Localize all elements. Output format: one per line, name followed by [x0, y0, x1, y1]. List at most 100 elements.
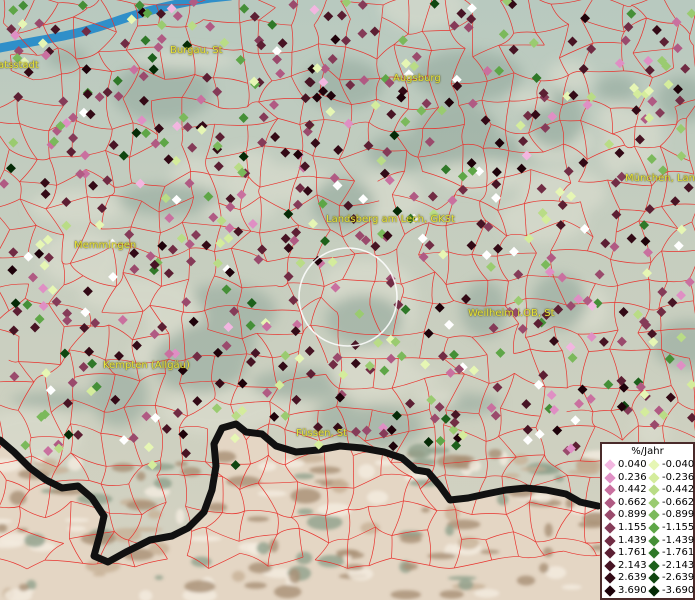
place-label-weilheim: Weilheim i.OB, St	[468, 308, 555, 319]
alps-ridge	[257, 490, 287, 497]
legend-value-positive: 2.639	[618, 572, 647, 584]
alps-ridge	[427, 447, 450, 454]
alps-ridge	[520, 467, 547, 472]
alps-ridge	[544, 523, 553, 538]
relief-shade	[46, 46, 88, 69]
legend-row: 1.155 -1.155	[604, 522, 695, 534]
legend-swatch-negative	[648, 522, 660, 534]
relief-shade	[366, 133, 436, 171]
legend-swatch-negative	[648, 484, 660, 496]
legend-value-positive: 1.439	[618, 534, 647, 546]
legend-value-negative: -1.439	[662, 534, 695, 546]
legend-value-negative: -2.143	[662, 559, 695, 571]
alps-ridge	[244, 582, 267, 589]
alps-ridge	[439, 590, 464, 599]
alps-ridge	[24, 533, 46, 548]
place-label-burgau: Burgau, St	[170, 45, 223, 56]
legend-swatch-negative	[648, 560, 660, 572]
legend-value-negative: -0.899	[662, 509, 695, 521]
legend-value-negative: -0.040	[662, 459, 695, 470]
place-label-fuessen: Füssen, St	[296, 428, 348, 439]
place-label-kempten: Kempten (Allgäu)	[103, 360, 190, 371]
legend-value-positive: 1.761	[618, 547, 647, 559]
alps-ridge	[412, 458, 436, 466]
legend-swatch-positive	[604, 459, 616, 471]
alps-ridge	[539, 563, 549, 573]
legend-swatch-positive	[604, 509, 616, 522]
place-label-memmingen: Memmingen	[74, 240, 137, 251]
relief-shade	[547, 60, 592, 92]
legend-row: 2.143 -2.143	[604, 559, 695, 572]
alps-ridge	[458, 579, 474, 591]
alps-ridge	[92, 572, 106, 577]
alps-ridge	[306, 514, 343, 530]
legend-value-negative: -3.690	[662, 585, 695, 596]
legend-row: 0.040 -0.040	[604, 459, 695, 471]
map-view[interactable]: atsstadt Burgau, St Augsburg München, La…	[0, 0, 695, 600]
relief-shade	[331, 405, 424, 448]
legend-row: 0.899 -0.899	[604, 509, 695, 522]
alps-ridge	[293, 473, 315, 480]
alps-ridge	[445, 524, 454, 536]
alps-ridge	[18, 583, 29, 592]
alps-ridge	[256, 542, 270, 555]
legend-swatch-positive	[604, 471, 616, 484]
alps-ridge	[400, 535, 422, 544]
map-canvas[interactable]	[0, 0, 695, 600]
legend-swatch-positive	[604, 585, 616, 597]
legend-swatch-positive	[604, 534, 616, 547]
alps-ridge	[427, 552, 456, 560]
alps-ridge	[360, 522, 380, 534]
legend-value-negative: -0.662	[662, 496, 695, 508]
legend-title: %/Jahr	[631, 446, 664, 457]
relief-shade	[433, 161, 527, 191]
legend-value-negative: -2.639	[662, 572, 695, 584]
relief-shade	[90, 363, 148, 428]
alps-ridge	[154, 575, 164, 580]
alps-ridge	[188, 535, 222, 542]
alps-ridge	[290, 488, 321, 504]
legend-value-negative: -0.236	[662, 471, 695, 483]
alps-ridge	[258, 461, 277, 472]
alps-ridge	[297, 508, 314, 516]
alps-ridge	[473, 588, 500, 598]
legend-value-negative: -0.442	[662, 484, 695, 496]
place-label-muenchen-land: München, Land	[625, 173, 695, 184]
alps-ridge	[497, 493, 509, 506]
legend-swatch-negative	[648, 534, 660, 547]
alps-ridge	[331, 478, 349, 493]
alps-ridge	[447, 576, 477, 581]
legend-row: 1.761 -1.761	[604, 547, 695, 559]
alps-ridge	[247, 516, 270, 522]
legend-swatch-positive	[604, 497, 616, 509]
legend-row: 0.236 -0.236	[604, 471, 695, 484]
alps-ridge	[274, 585, 302, 599]
alps-ridge	[148, 542, 170, 556]
legend-value-positive: 3.690	[618, 585, 647, 596]
alps-ridge	[111, 463, 135, 472]
legend-row: 3.690 -3.690	[604, 585, 695, 597]
legend-swatch-negative	[648, 459, 660, 471]
legend-swatch-negative	[648, 471, 660, 484]
alps-ridge	[561, 584, 582, 590]
legend-row: 0.442 -0.442	[604, 484, 695, 496]
legend-swatch-negative	[648, 509, 660, 522]
legend-value-positive: 0.040	[618, 459, 647, 470]
alps-ridge	[64, 517, 90, 523]
legend-swatch-positive	[604, 484, 616, 496]
place-label-landsberg: Landsberg am Lech, GKSt	[326, 214, 455, 225]
legend-value-positive: 2.143	[618, 559, 647, 571]
legend-value-negative: -1.761	[662, 547, 695, 559]
alps-ridge	[153, 477, 172, 490]
legend-row: 1.439 -1.439	[604, 534, 695, 547]
legend-value-negative: -1.155	[662, 522, 695, 533]
alps-ridge	[516, 575, 536, 586]
legend-swatch-negative	[648, 547, 660, 559]
legend-value-positive: 1.155	[618, 522, 647, 533]
relief-shade	[382, 370, 440, 387]
legend-value-positive: 0.899	[618, 509, 647, 521]
relief-shade	[10, 391, 108, 410]
legend-value-positive: 0.236	[618, 471, 647, 483]
alps-ridge	[126, 500, 158, 511]
legend-value-positive: 0.442	[618, 484, 647, 496]
